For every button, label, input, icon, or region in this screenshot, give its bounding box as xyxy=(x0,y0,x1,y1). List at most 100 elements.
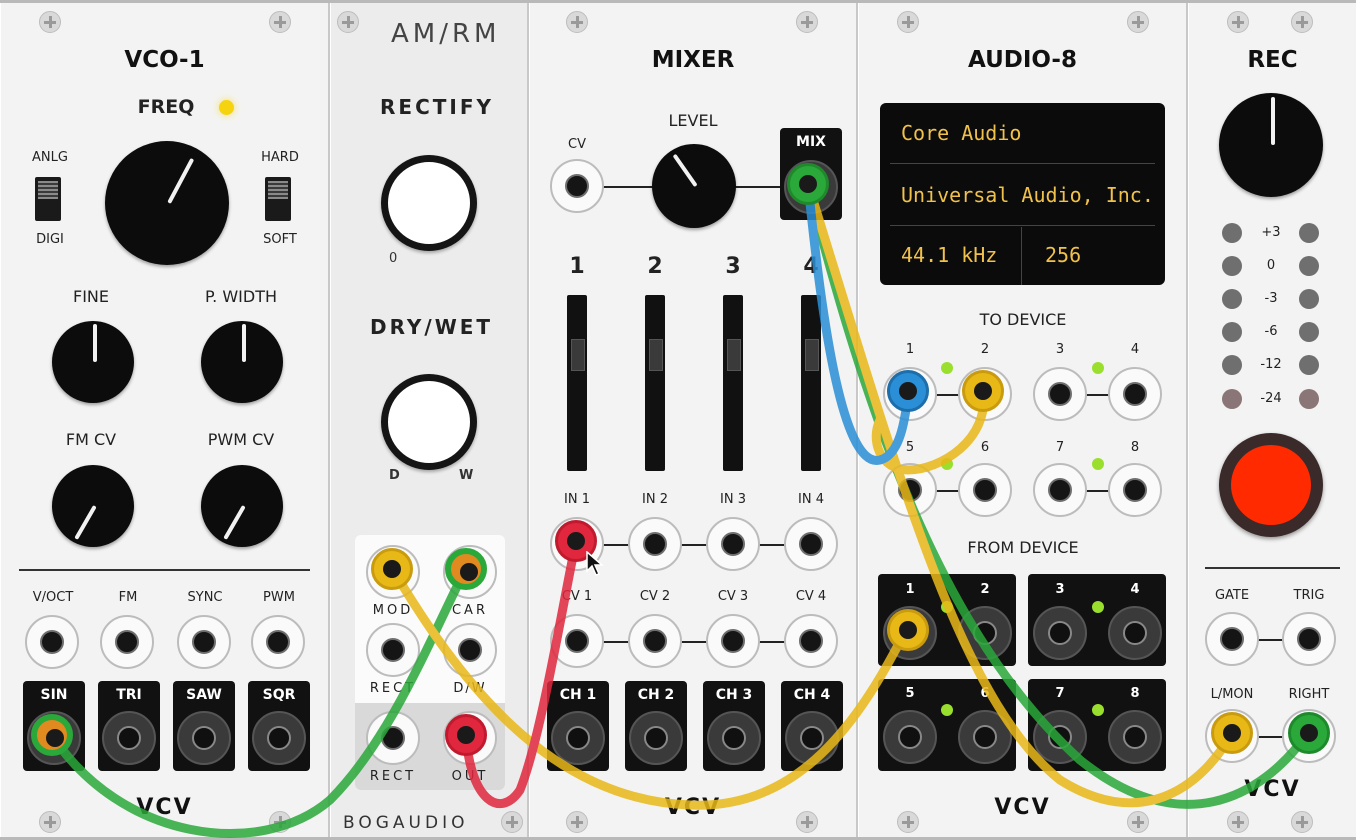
ch-2-label: CH 2 xyxy=(637,687,675,703)
sin-output-plug[interactable] xyxy=(31,714,73,756)
from-device-1-plug[interactable] xyxy=(887,609,929,651)
to-device-7-jack[interactable] xyxy=(1033,463,1087,517)
dw-cv-jack[interactable] xyxy=(443,623,497,677)
meter-label-minus24: -24 xyxy=(1260,391,1282,406)
sqr-label: SQR xyxy=(262,687,296,703)
in-2-jack[interactable] xyxy=(628,517,682,571)
to-device-4-jack[interactable] xyxy=(1108,367,1162,421)
pulse-width-knob[interactable] xyxy=(201,321,283,403)
from-device-5-jack[interactable] xyxy=(883,710,937,764)
tri-output-jack[interactable] xyxy=(102,711,156,765)
cv-3-label: CV 3 xyxy=(717,589,749,604)
pulse-width-label: P. WIDTH xyxy=(205,287,277,306)
sqr-output-jack[interactable] xyxy=(252,711,306,765)
gate-input-jack[interactable] xyxy=(1205,612,1259,666)
ch-4-output-jack[interactable] xyxy=(785,711,839,765)
from-1-2-led xyxy=(941,601,953,613)
mod-plug[interactable] xyxy=(371,548,413,590)
right-plug[interactable] xyxy=(1288,712,1330,754)
level-knob[interactable] xyxy=(652,144,736,228)
block-size-selector[interactable]: 256 xyxy=(1045,243,1081,267)
fm-label: FM xyxy=(118,590,138,605)
analog-digital-switch[interactable] xyxy=(35,177,61,221)
out-plug[interactable] xyxy=(445,714,487,756)
from-device-4-jack[interactable] xyxy=(1108,606,1162,660)
to-device-6-jack[interactable] xyxy=(958,463,1012,517)
rec-gain-knob[interactable] xyxy=(1219,93,1323,197)
rectify-knob[interactable] xyxy=(381,155,477,251)
meter-label-minus12: -12 xyxy=(1260,357,1282,372)
channel-1-fader[interactable] xyxy=(567,295,587,471)
in-4-jack[interactable] xyxy=(784,517,838,571)
from-device-label: FROM DEVICE xyxy=(967,538,1079,557)
saw-output-jack[interactable] xyxy=(177,711,231,765)
hard-soft-switch[interactable] xyxy=(265,177,291,221)
in-4-label: IN 4 xyxy=(798,492,824,507)
ch-3-output-jack[interactable] xyxy=(707,711,761,765)
screw-icon xyxy=(1227,811,1249,833)
record-button[interactable] xyxy=(1219,433,1323,537)
in-3-jack[interactable] xyxy=(706,517,760,571)
level-cv-jack[interactable] xyxy=(550,159,604,213)
device-selector[interactable]: Universal Audio, Inc. xyxy=(901,183,1154,207)
pwm-cv-knob[interactable] xyxy=(201,465,283,547)
vcv-logo: VCV xyxy=(664,795,722,820)
cv-4-jack[interactable] xyxy=(784,614,838,668)
trig-input-jack[interactable] xyxy=(1282,612,1336,666)
ch-1-output-jack[interactable] xyxy=(551,711,605,765)
rect-cv-label: RECT xyxy=(369,681,417,696)
dry-label: D xyxy=(389,468,400,483)
rect-output-label: RECT xyxy=(369,769,417,784)
from-device-3-jack[interactable] xyxy=(1033,606,1087,660)
cv-3-jack[interactable] xyxy=(706,614,760,668)
mix-plug[interactable] xyxy=(787,163,829,205)
meter-right-led xyxy=(1299,355,1319,375)
sync-input-jack[interactable] xyxy=(177,615,231,669)
left-mono-label: L/MON xyxy=(1210,687,1254,702)
cv-2-jack[interactable] xyxy=(628,614,682,668)
to-device-5-jack[interactable] xyxy=(883,463,937,517)
dry-wet-knob[interactable] xyxy=(381,374,477,470)
fm-input-jack[interactable] xyxy=(100,615,154,669)
meter-right-led xyxy=(1299,223,1319,243)
mod-label: MOD xyxy=(372,603,414,618)
meter-label-plus3: +3 xyxy=(1261,225,1281,240)
fm-cv-knob[interactable] xyxy=(52,465,134,547)
screw-icon xyxy=(1127,11,1149,33)
record-button-light xyxy=(1231,445,1311,525)
cv-1-jack[interactable] xyxy=(550,614,604,668)
to-device-8-jack[interactable] xyxy=(1108,463,1162,517)
channel-2-fader[interactable] xyxy=(645,295,665,471)
driver-selector[interactable]: Core Audio xyxy=(901,121,1021,145)
channel-4-fader[interactable] xyxy=(801,295,821,471)
from-device-6-jack[interactable] xyxy=(958,710,1012,764)
from-5-6-led xyxy=(941,704,953,716)
rect-output-jack[interactable] xyxy=(366,711,420,765)
to-device-1-plug[interactable] xyxy=(887,370,929,412)
to-device-3-jack[interactable] xyxy=(1033,367,1087,421)
to-port-7-label: 7 xyxy=(1055,440,1065,455)
voct-input-jack[interactable] xyxy=(25,615,79,669)
wet-label: W xyxy=(459,468,474,483)
freq-knob[interactable] xyxy=(105,141,229,265)
vcv-logo: VCV xyxy=(1244,777,1301,802)
from-device-8-jack[interactable] xyxy=(1108,710,1162,764)
screw-icon xyxy=(501,811,523,833)
sync-label: SYNC xyxy=(187,590,223,605)
lmon-plug[interactable] xyxy=(1211,712,1253,754)
connector-line xyxy=(578,544,810,546)
audio-display: Core Audio Universal Audio, Inc. 44.1 kH… xyxy=(880,103,1165,285)
pwm-input-jack[interactable] xyxy=(251,615,305,669)
fine-knob[interactable] xyxy=(52,321,134,403)
meter-left-led xyxy=(1222,223,1242,243)
from-device-7-jack[interactable] xyxy=(1033,710,1087,764)
to-device-2-plug[interactable] xyxy=(962,370,1004,412)
dry-wet-label: DRY/WET xyxy=(370,315,494,339)
car-plug[interactable] xyxy=(445,548,487,590)
from-device-2-jack[interactable] xyxy=(958,606,1012,660)
sample-rate-selector[interactable]: 44.1 kHz xyxy=(901,243,997,267)
to-1-2-led xyxy=(941,362,953,374)
channel-3-fader[interactable] xyxy=(723,295,743,471)
ch-2-output-jack[interactable] xyxy=(629,711,683,765)
rect-cv-jack[interactable] xyxy=(366,623,420,677)
